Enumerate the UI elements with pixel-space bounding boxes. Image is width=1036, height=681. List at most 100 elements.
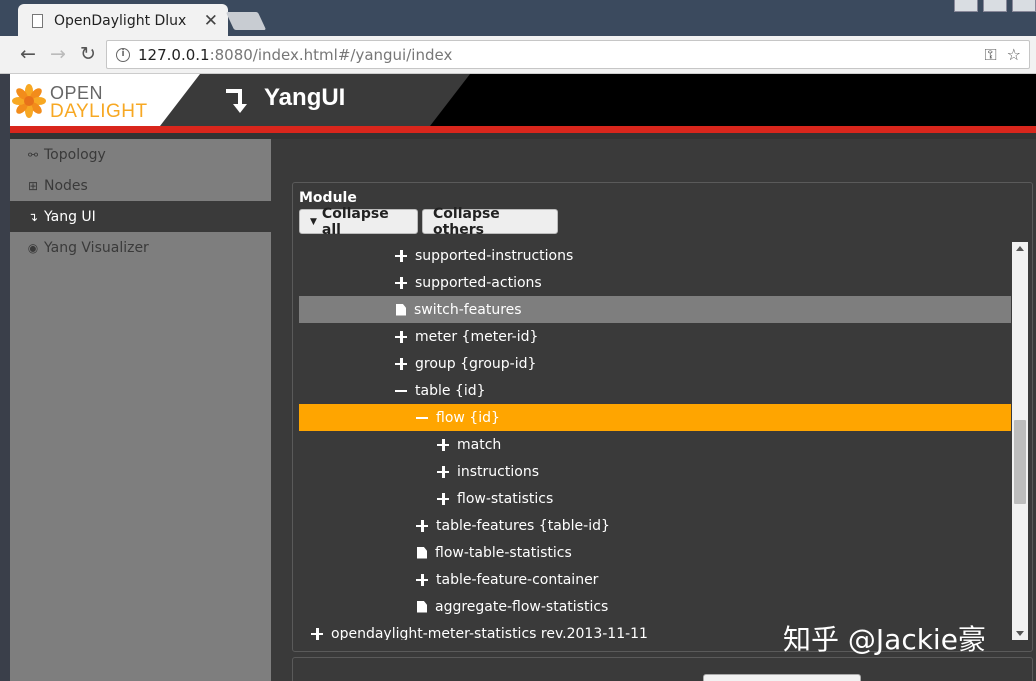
close-tab-icon[interactable]: ✕	[204, 11, 218, 31]
eye-icon: ◉	[27, 240, 39, 255]
sidebar: ⚯ Topology ⊞ Nodes ↴ Yang UI ◉ Yang Visu…	[10, 139, 271, 681]
maximize-button[interactable]	[983, 0, 1007, 12]
tree-row-label: meter {meter-id}	[415, 328, 539, 345]
tab-title: OpenDaylight Dlux	[54, 12, 187, 29]
tree-row-label: supported-instructions	[415, 247, 574, 264]
tree-scrollbar[interactable]	[1012, 242, 1028, 640]
scroll-up-arrow-icon[interactable]	[1016, 246, 1024, 251]
expand-plus-icon[interactable]	[416, 519, 428, 532]
sidebar-item-nodes[interactable]: ⊞ Nodes	[10, 170, 271, 201]
expand-plus-icon[interactable]	[437, 492, 449, 505]
tree-row-label: flow-statistics	[457, 490, 554, 507]
collapse-minus-icon[interactable]	[395, 385, 407, 397]
expand-plus-icon[interactable]	[437, 465, 449, 478]
sidebar-item-yang-ui[interactable]: ↴ Yang UI	[10, 201, 271, 232]
bookmark-star-icon[interactable]: ☆	[1007, 45, 1021, 65]
minimize-button[interactable]	[954, 0, 978, 12]
window-controls	[954, 0, 1036, 12]
daylight-flower-icon	[12, 84, 46, 118]
tree-row-active[interactable]: flow {id}	[299, 404, 1011, 431]
topology-icon: ⚯	[27, 147, 39, 162]
close-window-button[interactable]	[1012, 0, 1036, 12]
expand-plus-icon[interactable]	[395, 276, 407, 289]
collapse-others-button[interactable]: Collapse others	[422, 206, 558, 238]
tree-row-label: aggregate-flow-statistics	[435, 598, 609, 615]
tree-row-label: table-features {table-id}	[436, 517, 610, 534]
tree-row-selected[interactable]: switch-features	[299, 296, 1011, 323]
collapse-others-label: Collapse others	[433, 205, 500, 238]
key-icon[interactable]: ⚿	[984, 45, 996, 65]
expand-plus-icon[interactable]	[395, 249, 407, 262]
yang-tree: supported-instructions supported-actions…	[299, 242, 1011, 640]
tree-row-label: instructions	[457, 463, 539, 480]
sidebar-item-label: Yang Visualizer	[44, 239, 149, 256]
browser-toolbar: ← → ↻ i 127.0.0.1:8080/index.html#/yangu…	[0, 36, 1036, 74]
scrollbar-thumb[interactable]	[1014, 420, 1026, 504]
browser-tab[interactable]: OpenDaylight Dlux ✕	[18, 4, 228, 37]
tree-row-label: group {group-id}	[415, 355, 537, 372]
new-tab-button[interactable]	[225, 12, 267, 30]
file-icon	[417, 600, 427, 613]
logo-text-daylight: DAYLIGHT	[50, 101, 148, 122]
tree-row-label: opendaylight-meter-statistics rev.2013-1…	[331, 625, 648, 641]
panel-button[interactable]	[703, 674, 861, 681]
file-icon	[396, 303, 406, 316]
expand-plus-icon[interactable]	[395, 357, 407, 370]
tree-row[interactable]: supported-actions	[299, 269, 1011, 296]
app-header: OPEN DAYLIGHT YangUI	[10, 74, 1036, 126]
tree-row[interactable]: table-feature-container	[299, 566, 1011, 593]
forward-arrow-icon[interactable]: →	[46, 42, 70, 66]
header-decoration	[430, 74, 1036, 126]
module-panel: Module ▼ Collapse all Collapse others su…	[292, 182, 1033, 652]
tree-row[interactable]: aggregate-flow-statistics	[299, 593, 1011, 620]
collapse-minus-icon[interactable]	[416, 412, 428, 424]
file-icon	[417, 546, 427, 559]
tree-row[interactable]: match	[299, 431, 1011, 458]
tree-row[interactable]: supported-instructions	[299, 242, 1011, 269]
sidebar-item-topology[interactable]: ⚯ Topology	[10, 139, 271, 170]
yang-arrow-icon	[226, 89, 247, 113]
reload-icon[interactable]: ↻	[76, 42, 100, 66]
page-title: YangUI	[264, 84, 346, 111]
nodes-icon: ⊞	[27, 178, 39, 193]
scroll-down-arrow-icon[interactable]	[1016, 631, 1024, 636]
sidebar-item-label: Yang UI	[44, 208, 96, 225]
address-bar[interactable]: i 127.0.0.1:8080/index.html#/yangui/inde…	[106, 40, 1030, 69]
url-host: 127.0.0.1	[138, 45, 210, 64]
sidebar-item-yang-visualizer[interactable]: ◉ Yang Visualizer	[10, 232, 271, 263]
tree-row[interactable]: instructions	[299, 458, 1011, 485]
tree-row-label: match	[457, 436, 502, 453]
expand-plus-icon[interactable]	[437, 438, 449, 451]
back-arrow-icon[interactable]: ←	[16, 42, 40, 66]
tree-row[interactable]: table {id}	[299, 377, 1011, 404]
yang-ui-icon: ↴	[27, 209, 39, 224]
sidebar-item-label: Nodes	[44, 177, 88, 194]
expand-plus-icon[interactable]	[416, 573, 428, 586]
tree-row-label: table-feature-container	[436, 571, 599, 588]
watermark: 知乎 @Jackie豪	[783, 623, 986, 656]
collapse-all-button[interactable]: ▼ Collapse all	[299, 206, 418, 238]
secondary-panel	[292, 657, 1033, 681]
tree-row[interactable]: table-features {table-id}	[299, 512, 1011, 539]
tree-row-label: flow {id}	[436, 409, 500, 426]
tree-row[interactable]: flow-table-statistics	[299, 539, 1011, 566]
url-path: :8080/index.html#/yangui/index	[209, 45, 453, 64]
main-content: Module ▼ Collapse all Collapse others su…	[271, 139, 1036, 681]
expand-plus-icon[interactable]	[311, 627, 323, 640]
browser-titlebar: OpenDaylight Dlux ✕	[0, 0, 1036, 37]
page-icon	[32, 13, 43, 28]
info-icon[interactable]: i	[116, 47, 130, 62]
tree-row-label: switch-features	[414, 301, 522, 318]
tree-row[interactable]: flow-statistics	[299, 485, 1011, 512]
opendaylight-logo[interactable]: OPEN DAYLIGHT	[10, 74, 200, 126]
tree-row-label: table {id}	[415, 382, 486, 399]
collapse-all-label: Collapse all	[321, 205, 389, 238]
expand-plus-icon[interactable]	[395, 330, 407, 343]
caret-down-icon: ▼	[310, 216, 317, 227]
header-accent-bar	[10, 126, 1036, 133]
tree-row[interactable]: group {group-id}	[299, 350, 1011, 377]
tree-row[interactable]: meter {meter-id}	[299, 323, 1011, 350]
sidebar-item-label: Topology	[44, 146, 106, 163]
tree-row-label: supported-actions	[415, 274, 542, 291]
module-label: Module	[299, 190, 357, 206]
